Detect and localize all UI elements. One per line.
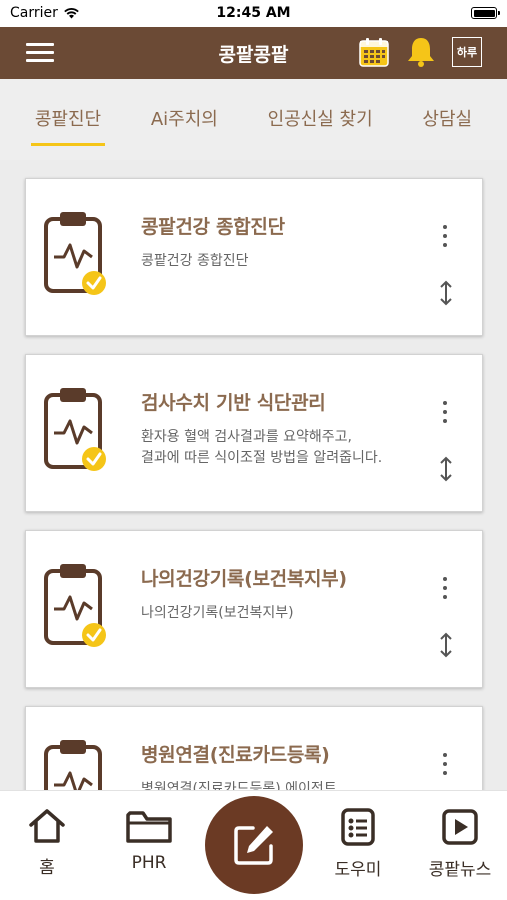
more-options-icon[interactable]: [438, 753, 452, 775]
clipboard-check-icon: [44, 740, 102, 790]
reorder-handle-icon[interactable]: [438, 279, 454, 307]
status-time: 12:45 AM: [216, 5, 291, 21]
tab-ai-doctor[interactable]: Ai주치의: [147, 98, 222, 142]
card-description: 콩팥건강 종합진단: [141, 253, 249, 269]
folder-icon: [126, 811, 172, 843]
edit-icon: [234, 826, 273, 865]
nav-phr[interactable]: PHR: [104, 807, 194, 873]
card-description: 병원연결(진료카드등록) 에이전트: [141, 781, 337, 790]
status-bar: Carrier 12:45 AM: [0, 0, 507, 27]
service-card[interactable]: 콩팥건강 종합진단 콩팥건강 종합진단: [25, 178, 483, 336]
more-options-icon[interactable]: [438, 401, 452, 423]
nav-kidney-news[interactable]: 콩팥뉴스: [415, 807, 505, 880]
battery-icon: [471, 7, 500, 19]
bell-icon[interactable]: [404, 35, 438, 69]
reorder-handle-icon[interactable]: [438, 631, 454, 659]
card-description: 환자용 혈액 검사결과를 요약해주고, 결과에 따른 식이조절 방법을 알려줍니…: [141, 429, 383, 466]
nav-home[interactable]: 홈: [2, 807, 92, 878]
clipboard-check-icon: [44, 388, 106, 471]
nav-helper[interactable]: 도우미: [313, 807, 403, 880]
home-icon: [29, 809, 65, 843]
nav-kidney-news-label: 콩팥뉴스: [428, 860, 492, 880]
clipboard-check-icon: [44, 212, 106, 295]
card-description: 나의건강기록(보건복지부): [141, 605, 294, 621]
write-fab-button[interactable]: [205, 796, 303, 894]
calendar-icon[interactable]: [358, 36, 390, 68]
card-title: 검사수치 기반 식단관리: [141, 392, 326, 414]
reorder-handle-icon[interactable]: [438, 455, 454, 483]
tab-find-dialysis[interactable]: 인공신실 찾기: [264, 98, 377, 142]
checklist-icon: [341, 808, 375, 846]
day-button[interactable]: 하루: [452, 37, 482, 67]
service-card[interactable]: 병원연결(진료카드등록) 병원연결(진료카드등록) 에이전트: [25, 706, 483, 790]
card-title: 병원연결(진료카드등록): [141, 744, 330, 766]
hamburger-menu-icon[interactable]: [26, 43, 54, 63]
play-icon: [442, 809, 478, 845]
more-options-icon[interactable]: [438, 225, 452, 247]
nav-home-label: 홈: [39, 858, 55, 878]
clipboard-check-icon: [44, 564, 106, 647]
nav-helper-label: 도우미: [334, 860, 382, 880]
card-title: 나의건강기록(보건복지부): [141, 568, 347, 590]
more-options-icon[interactable]: [438, 577, 452, 599]
service-card-list: 콩팥건강 종합진단 콩팥건강 종합진단 검사수치 기반 식단관리 환자용 혈액 …: [0, 160, 507, 790]
nav-phr-label: PHR: [131, 853, 167, 873]
service-card[interactable]: 나의건강기록(보건복지부) 나의건강기록(보건복지부): [25, 530, 483, 688]
tab-counseling[interactable]: 상담실: [418, 98, 476, 142]
service-card[interactable]: 검사수치 기반 식단관리 환자용 혈액 검사결과를 요약해주고, 결과에 따른 …: [25, 354, 483, 512]
app-header: 콩팥콩팥 하루: [0, 27, 507, 79]
card-title: 콩팥건강 종합진단: [141, 216, 285, 238]
tab-bar: 콩팥진단 Ai주치의 인공신실 찾기 상담실: [0, 79, 507, 160]
tab-kidney-diagnosis[interactable]: 콩팥진단: [30, 98, 106, 146]
